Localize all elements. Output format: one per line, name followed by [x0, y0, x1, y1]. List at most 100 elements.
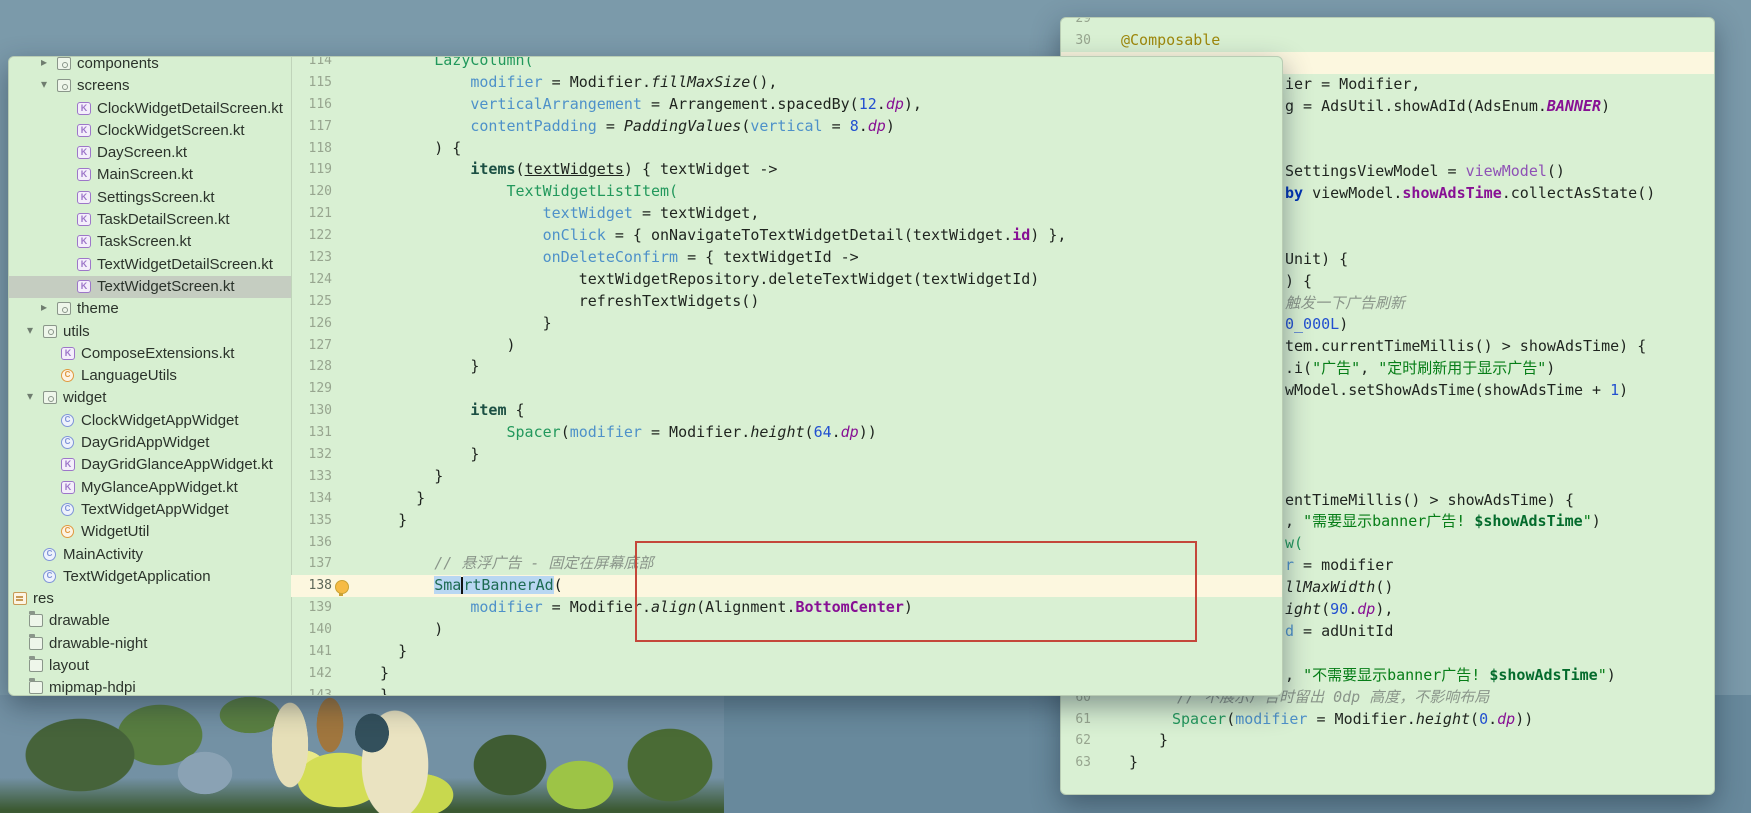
code-line-120[interactable]: 120 TextWidgetListItem(: [291, 181, 1283, 203]
desktop: 2930@Composable3132ier = Modifier,33g = …: [0, 0, 1751, 813]
tree-item-components[interactable]: ▸components: [9, 57, 291, 75]
bg-code-line-61[interactable]: 61Spacer(modifier = Modifier.height(0.dp…: [1061, 709, 1714, 731]
tree-item-mipmap-hdpi[interactable]: mipmap-hdpi: [9, 677, 291, 695]
package-folder-icon: [43, 325, 57, 338]
line-number: 29: [1061, 17, 1101, 30]
bg-code-line-29[interactable]: 29: [1061, 17, 1714, 30]
chevron-down-icon[interactable]: ▾: [41, 77, 47, 91]
line-number: 121: [291, 203, 346, 225]
tree-item-drawable-night[interactable]: drawable-night: [9, 633, 291, 655]
code-fragment: r = modifier: [1285, 555, 1393, 577]
code-line-130[interactable]: 130 item {: [291, 400, 1283, 422]
line-number: 115: [291, 72, 346, 94]
code-fragment: wModel.setShowAdsTime(showAdsTime + 1): [1285, 380, 1628, 402]
line-number: 127: [291, 335, 346, 357]
code-line-132[interactable]: 132 }: [291, 444, 1283, 466]
tree-item-mainactivity[interactable]: CMainActivity: [9, 544, 291, 566]
code-line-133[interactable]: 133 }: [291, 466, 1283, 488]
line-number: 123: [291, 247, 346, 269]
code-fragment: tem.currentTimeMillis() > showAdsTime) {: [1285, 336, 1646, 358]
bg-code-line-30[interactable]: 30@Composable: [1061, 30, 1714, 52]
code-line-119[interactable]: 119 items(textWidgets) { textWidget ->: [291, 159, 1283, 181]
code-fragment: d = adUnitId: [1285, 621, 1393, 643]
code-line-123[interactable]: 123 onDeleteConfirm = { textWidgetId ->: [291, 247, 1283, 269]
package-folder-icon: [57, 302, 71, 315]
resources-folder-icon: [13, 592, 27, 605]
code-fragment: 触发一下广告刷新: [1285, 293, 1405, 315]
annotation-rectangle: [635, 541, 1197, 642]
tree-item-daygridappwidget[interactable]: CDayGridAppWidget: [9, 432, 291, 454]
tree-item-dayscreen-kt[interactable]: KDayScreen.kt: [9, 142, 291, 164]
tree-item-widgetutil[interactable]: CWidgetUtil: [9, 521, 291, 543]
code-line-text: modifier = Modifier.fillMaxSize(),: [346, 72, 1283, 94]
ide-main-window[interactable]: ▸components▾screensKClockWidgetDetailScr…: [8, 56, 1283, 696]
code-line-117[interactable]: 117 contentPadding = PaddingValues(verti…: [291, 116, 1283, 138]
code-line-131[interactable]: 131 Spacer(modifier = Modifier.height(64…: [291, 422, 1283, 444]
line-number: 119: [291, 159, 346, 181]
tree-item-daygridglanceappwidget-kt[interactable]: KDayGridGlanceAppWidget.kt: [9, 454, 291, 476]
code-line-127[interactable]: 127 ): [291, 335, 1283, 357]
project-tree-panel[interactable]: ▸components▾screensKClockWidgetDetailScr…: [9, 57, 292, 695]
tree-item-theme[interactable]: ▸theme: [9, 298, 291, 320]
tree-item-label: DayGridAppWidget: [81, 434, 209, 451]
code-line-121[interactable]: 121 textWidget = textWidget,: [291, 203, 1283, 225]
code-line-122[interactable]: 122 onClick = { onNavigateToTextWidgetDe…: [291, 225, 1283, 247]
chevron-down-icon[interactable]: ▾: [27, 389, 33, 403]
tree-item-textwidgetdetailscreen-kt[interactable]: KTextWidgetDetailScreen.kt: [9, 254, 291, 276]
tree-item-label: TaskDetailScreen.kt: [97, 211, 230, 228]
line-number: 129: [291, 378, 346, 400]
tree-item-utils[interactable]: ▾ utils: [9, 321, 291, 343]
tree-item-label: utils: [63, 323, 90, 340]
code-line-126[interactable]: 126 }: [291, 313, 1283, 335]
code-line-143[interactable]: 143 }: [291, 685, 1283, 695]
code-line-115[interactable]: 115 modifier = Modifier.fillMaxSize(),: [291, 72, 1283, 94]
code-line-118[interactable]: 118 ) {: [291, 138, 1283, 160]
code-line-text: }: [346, 488, 1283, 510]
code-fragment: }: [1159, 730, 1168, 752]
tree-item-taskdetailscreen-kt[interactable]: K TaskDetailScreen.kt: [9, 209, 291, 231]
tree-item-clockwidgetscreen-kt[interactable]: KClockWidgetScreen.kt: [9, 120, 291, 142]
code-line-114[interactable]: 114 LazyColumn(: [291, 57, 1283, 72]
tree-item-textwidgetscreen-kt[interactable]: KTextWidgetScreen.kt: [9, 276, 291, 298]
tree-item-res[interactable]: res: [9, 588, 291, 610]
code-line-129[interactable]: 129: [291, 378, 1283, 400]
tree-item-mainscreen-kt[interactable]: KMainScreen.kt: [9, 164, 291, 186]
bg-code-line-62[interactable]: 62}: [1061, 730, 1714, 752]
tree-item-widget[interactable]: ▾widget: [9, 387, 291, 409]
code-line-124[interactable]: 124 textWidgetRepository.deleteTextWidge…: [291, 269, 1283, 291]
code-line-116[interactable]: 116 verticalArrangement = Arrangement.sp…: [291, 94, 1283, 116]
tree-item-screens[interactable]: ▾screens: [9, 75, 291, 97]
code-line-134[interactable]: 134 }: [291, 488, 1283, 510]
tree-item-clockwidgetappwidget[interactable]: CClockWidgetAppWidget: [9, 410, 291, 432]
chevron-down-icon[interactable]: ▾: [27, 323, 33, 337]
kotlin-file-icon: K: [77, 213, 91, 226]
tree-item-layout[interactable]: layout: [9, 655, 291, 677]
tree-item-settingsscreen-kt[interactable]: KSettingsScreen.kt: [9, 187, 291, 209]
tree-item-clockwidgetdetailscreen-kt[interactable]: KClockWidgetDetailScreen.kt: [9, 98, 291, 120]
tree-item-taskscreen-kt[interactable]: KTaskScreen.kt: [9, 231, 291, 253]
tree-item-textwidgetappwidget[interactable]: CTextWidgetAppWidget: [9, 499, 291, 521]
code-line-135[interactable]: 135 }: [291, 510, 1283, 532]
code-line-141[interactable]: 141 }: [291, 641, 1283, 663]
code-line-125[interactable]: 125 refreshTextWidgets(): [291, 291, 1283, 313]
intention-bulb-icon[interactable]: [335, 580, 349, 594]
code-line-text: refreshTextWidgets(): [346, 291, 1283, 313]
tree-item-label: drawable: [49, 612, 110, 629]
code-fragment: Spacer(modifier = Modifier.height(0.dp)): [1172, 709, 1533, 731]
bg-code-line-63[interactable]: 63}: [1061, 752, 1714, 774]
tree-item-composeextensions-kt[interactable]: KComposeExtensions.kt: [9, 343, 291, 365]
code-editor[interactable]: 114 LazyColumn(115 modifier = Modifier.f…: [291, 57, 1283, 695]
chevron-right-icon[interactable]: ▸: [41, 57, 47, 69]
tree-item-languageutils[interactable]: CLanguageUtils: [9, 365, 291, 387]
tree-item-label: ClockWidgetAppWidget: [81, 412, 239, 429]
tree-item-drawable[interactable]: drawable: [9, 610, 291, 632]
code-line-142[interactable]: 142 }: [291, 663, 1283, 685]
code-line-128[interactable]: 128 }: [291, 356, 1283, 378]
tree-item-myglanceappwidget-kt[interactable]: KMyGlanceAppWidget.kt: [9, 477, 291, 499]
code-line-text: textWidget = textWidget,: [346, 203, 1283, 225]
code-line-text: onDeleteConfirm = { textWidgetId ->: [346, 247, 1283, 269]
chevron-right-icon[interactable]: ▸: [41, 300, 47, 314]
code-line-text: }: [346, 313, 1283, 335]
tree-item-textwidgetapplication[interactable]: CTextWidgetApplication: [9, 566, 291, 588]
line-number: 131: [291, 422, 346, 444]
